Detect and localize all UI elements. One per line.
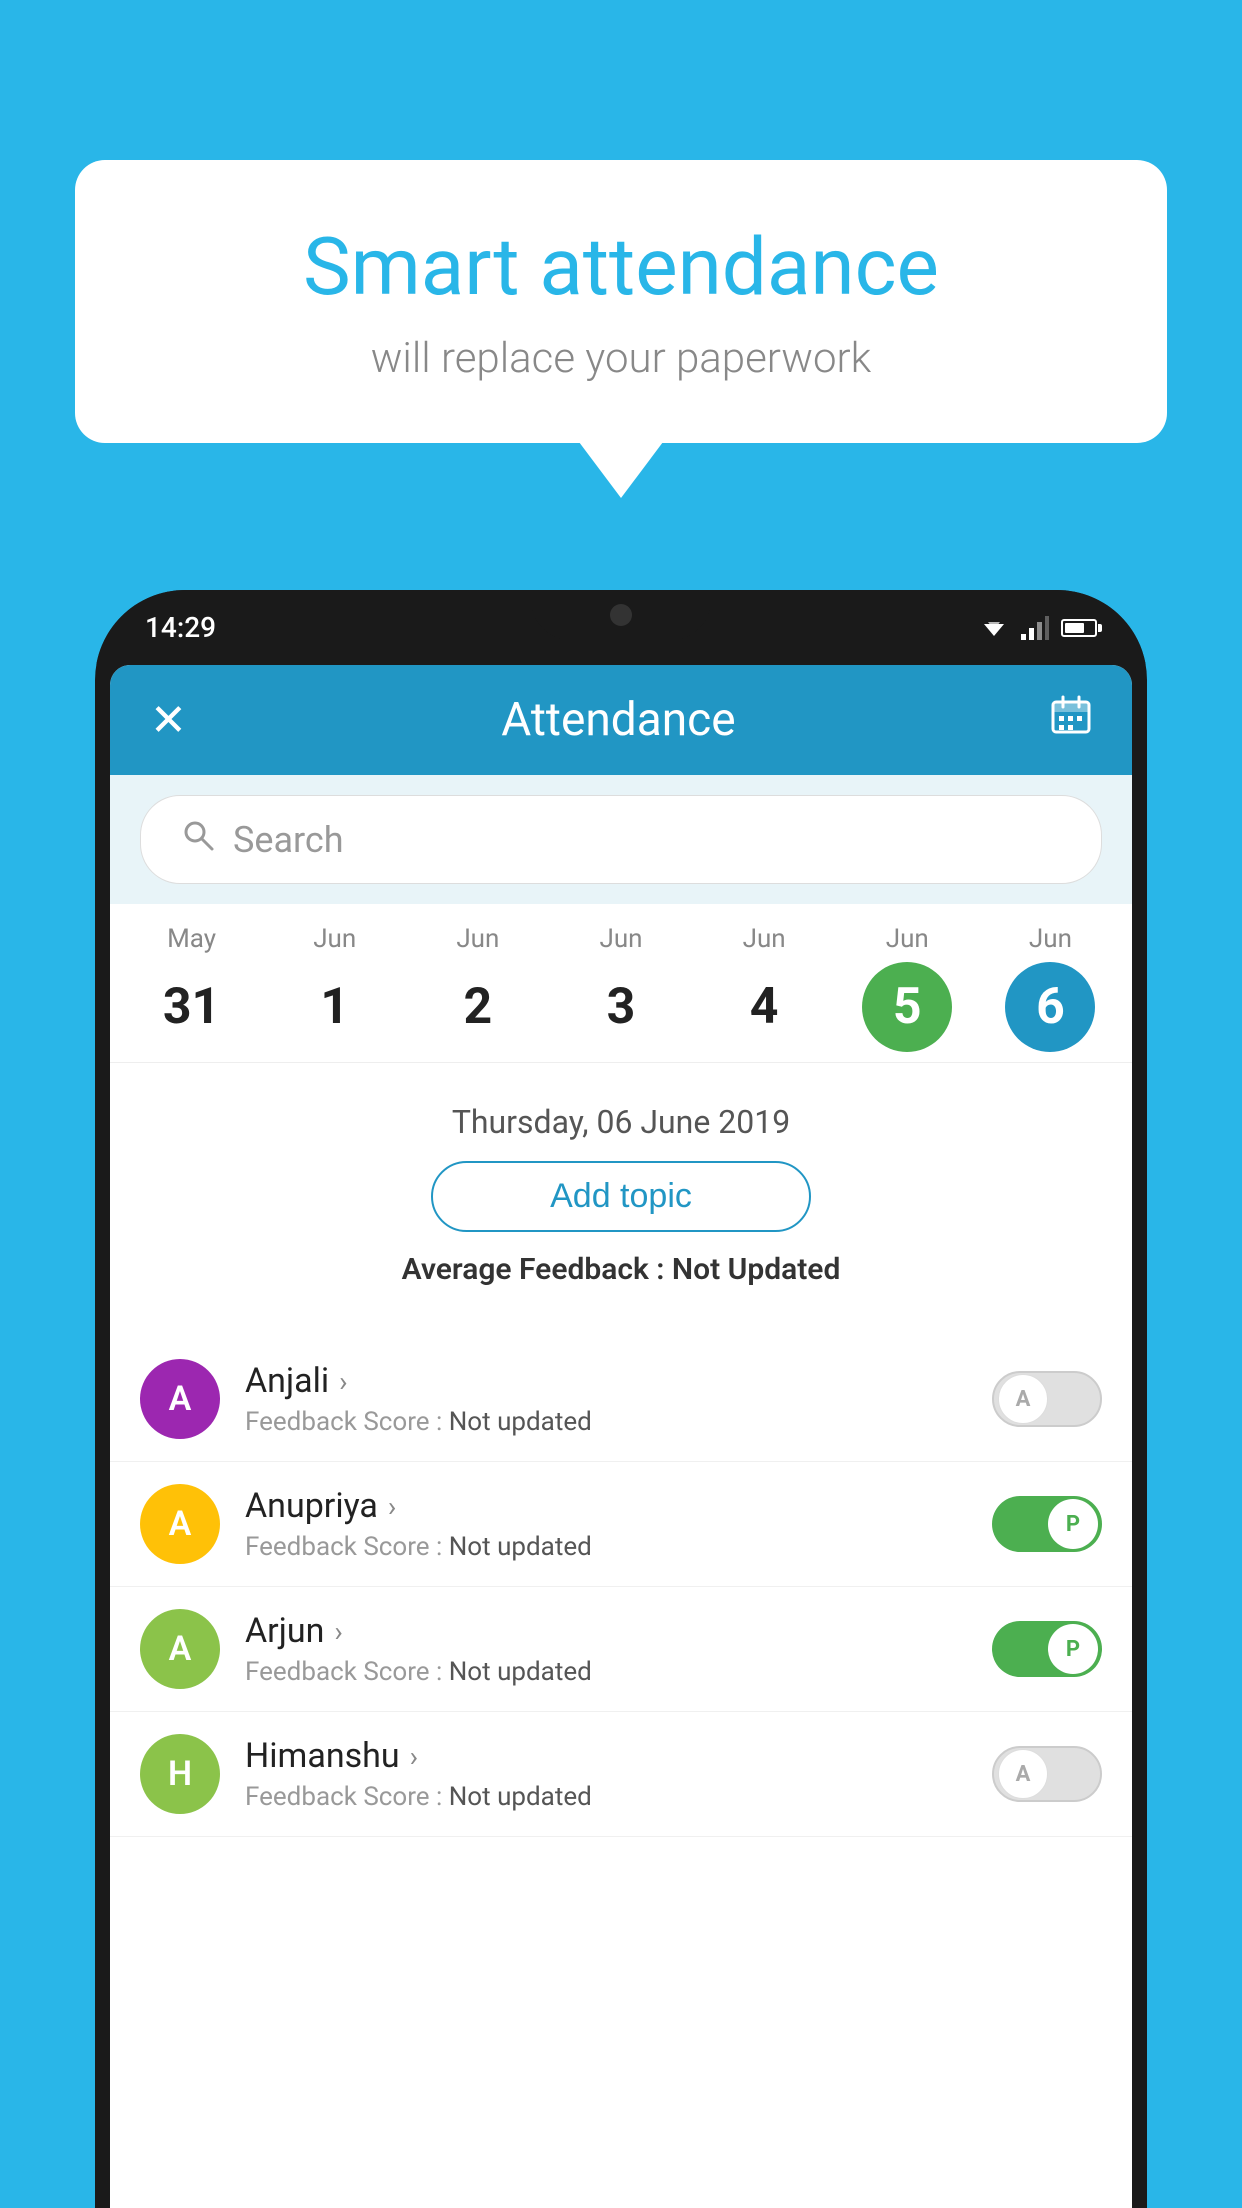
student-feedback: Feedback Score : Not updated [245, 1657, 992, 1687]
calendar-icon [1050, 694, 1092, 736]
student-info: Anjali › Feedback Score : Not updated [245, 1361, 992, 1437]
cal-month: Jun [886, 924, 929, 954]
student-avatar: A [140, 1609, 220, 1689]
cal-date: 4 [719, 962, 809, 1052]
student-avatar: A [140, 1359, 220, 1439]
calendar-day-2[interactable]: Jun 2 [406, 924, 549, 1052]
student-avatar: H [140, 1734, 220, 1814]
selected-date: Thursday, 06 June 2019 [140, 1103, 1102, 1141]
avg-feedback: Average Feedback : Not Updated [140, 1252, 1102, 1287]
cal-date: 5 [862, 962, 952, 1052]
app-bar: ✕ Attendance [110, 665, 1132, 775]
speech-bubble: Smart attendance will replace your paper… [75, 160, 1167, 443]
phone-notch [531, 590, 711, 640]
calendar-day-0[interactable]: May 31 [120, 924, 263, 1052]
calendar-day-5[interactable]: Jun 5 [836, 924, 979, 1052]
phone-screen: ✕ Attendance [110, 665, 1132, 2208]
chevron-icon: › [339, 1365, 347, 1398]
attendance-toggle[interactable]: P [992, 1496, 1102, 1552]
close-button[interactable]: ✕ [150, 694, 187, 746]
student-feedback: Feedback Score : Not updated [245, 1532, 992, 1562]
student-avatar: A [140, 1484, 220, 1564]
cal-month: May [167, 924, 216, 954]
toggle-knob: A [998, 1749, 1048, 1799]
search-icon [181, 818, 215, 861]
chevron-icon: › [410, 1740, 418, 1773]
student-info: Himanshu › Feedback Score : Not updated [245, 1736, 992, 1812]
student-list: AAnjali ›Feedback Score : Not updatedAAA… [110, 1337, 1132, 1837]
calendar-day-1[interactable]: Jun 1 [263, 924, 406, 1052]
student-name: Arjun › [245, 1611, 992, 1651]
avg-feedback-label: Average Feedback : [402, 1252, 665, 1287]
student-feedback: Feedback Score : Not updated [245, 1407, 992, 1437]
chevron-icon: › [334, 1615, 342, 1648]
speech-bubble-subtitle: will replace your paperwork [155, 334, 1087, 383]
battery-icon [1061, 619, 1097, 637]
calendar-day-3[interactable]: Jun 3 [549, 924, 692, 1052]
student-name: Anjali › [245, 1361, 992, 1401]
status-time: 14:29 [145, 611, 216, 644]
cal-month: Jun [1029, 924, 1072, 954]
cal-month: Jun [599, 924, 642, 954]
student-name: Anupriya › [245, 1486, 992, 1526]
cal-date: 2 [433, 962, 523, 1052]
search-bar[interactable]: Search [140, 795, 1102, 884]
speech-bubble-title: Smart attendance [155, 220, 1087, 314]
student-name: Himanshu › [245, 1736, 992, 1776]
wifi-icon [979, 616, 1009, 640]
calendar-button[interactable] [1050, 694, 1092, 746]
student-item[interactable]: H Himanshu › Feedback Score : Not updatedA [110, 1712, 1132, 1837]
camera-dot [610, 604, 632, 626]
chevron-icon: › [388, 1490, 396, 1523]
student-feedback: Feedback Score : Not updated [245, 1782, 992, 1812]
cal-date: 1 [290, 962, 380, 1052]
cal-month: Jun [456, 924, 499, 954]
student-item[interactable]: AAnjali ›Feedback Score : Not updatedA [110, 1337, 1132, 1462]
avg-feedback-value: Not Updated [672, 1252, 840, 1287]
signal-icon [1021, 616, 1049, 640]
toggle-knob: A [998, 1374, 1048, 1424]
toggle-knob: P [1048, 1499, 1098, 1549]
cal-month: Jun [743, 924, 786, 954]
cal-date: 3 [576, 962, 666, 1052]
cal-month: Jun [313, 924, 356, 954]
phone-frame: 14:29 ✕ Attenda [95, 590, 1147, 2208]
attendance-toggle[interactable]: A [992, 1371, 1102, 1427]
search-bar-container: Search [110, 775, 1132, 904]
student-info: Arjun › Feedback Score : Not updated [245, 1611, 992, 1687]
app-bar-title: Attendance [501, 693, 735, 747]
magnifier-icon [181, 818, 215, 852]
attendance-toggle[interactable]: A [992, 1746, 1102, 1802]
student-item[interactable]: A Anupriya › Feedback Score : Not updated P [110, 1462, 1132, 1587]
search-placeholder: Search [233, 819, 344, 861]
toggle-knob: P [1048, 1624, 1098, 1674]
cal-date: 6 [1005, 962, 1095, 1052]
status-bar: 14:29 [95, 590, 1147, 665]
content-area: Thursday, 06 June 2019 Add topic Average… [110, 1063, 1132, 1337]
student-info: Anupriya › Feedback Score : Not updated [245, 1486, 992, 1562]
cal-date: 31 [147, 962, 237, 1052]
status-icons [979, 616, 1097, 640]
attendance-toggle[interactable]: P [992, 1621, 1102, 1677]
calendar-strip: May 31 Jun 1 Jun 2 Jun 3 Jun 4 Jun 5 Jun 6 [110, 904, 1132, 1063]
calendar-day-4[interactable]: Jun 4 [693, 924, 836, 1052]
student-item[interactable]: A Arjun › Feedback Score : Not updated P [110, 1587, 1132, 1712]
add-topic-button[interactable]: Add topic [431, 1161, 811, 1232]
calendar-day-6[interactable]: Jun 6 [979, 924, 1122, 1052]
